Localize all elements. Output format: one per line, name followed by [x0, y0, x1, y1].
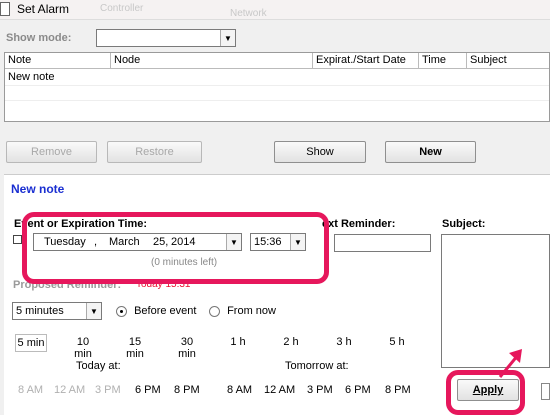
- row-note-cell: New note: [8, 71, 55, 83]
- interval-select[interactable]: 5 minutes ▼: [12, 302, 102, 320]
- radio-before-event[interactable]: Before event: [116, 305, 196, 317]
- today-at-label: Today at:: [76, 360, 121, 372]
- tomorrow-time-8am[interactable]: 8 AM: [227, 384, 252, 396]
- column-header-subject[interactable]: Subject: [467, 53, 550, 69]
- notes-grid[interactable]: Note Node Expirat./Start Date Time Subje…: [4, 52, 550, 122]
- window-title: Set Alarm: [17, 2, 70, 16]
- restore-button[interactable]: Restore: [107, 141, 202, 163]
- duration-3-h[interactable]: 3 h: [328, 336, 360, 348]
- show-button[interactable]: Show: [274, 141, 366, 163]
- interval-value: 5 minutes: [16, 305, 64, 317]
- column-header-note[interactable]: Note: [5, 53, 111, 69]
- column-header-node[interactable]: Node: [111, 53, 313, 69]
- today-time-6pm[interactable]: 6 PM: [135, 384, 161, 396]
- today-time-8am: 8 AM: [18, 384, 44, 396]
- row-divider: [5, 85, 549, 86]
- duration-5-h[interactable]: 5 h: [381, 336, 413, 348]
- show-mode-label: Show mode:: [6, 32, 72, 44]
- partial-button-edge[interactable]: [541, 383, 550, 400]
- radio-selected-icon[interactable]: [116, 305, 127, 317]
- note-heading: New note: [11, 182, 65, 196]
- radio-from-now-label: From now: [227, 305, 276, 317]
- radio-from-now[interactable]: From now: [209, 305, 276, 317]
- title-bar: [0, 0, 550, 20]
- remove-button[interactable]: Remove: [6, 141, 97, 163]
- radio-unselected-icon[interactable]: [209, 305, 220, 317]
- show-mode-select[interactable]: ▼: [96, 29, 236, 47]
- subject-label: Subject:: [442, 218, 486, 230]
- today-time-12am: 12 AM: [54, 384, 86, 396]
- grid-header: Note Node Expirat./Start Date Time Subje…: [5, 53, 549, 69]
- table-row[interactable]: New note: [5, 70, 549, 85]
- tomorrow-time-12am[interactable]: 12 AM: [264, 384, 295, 396]
- today-time-8pm[interactable]: 8 PM: [174, 384, 200, 396]
- chevron-down-icon[interactable]: ▼: [220, 30, 235, 46]
- duration-2-h[interactable]: 2 h: [275, 336, 307, 348]
- row-divider: [5, 100, 549, 101]
- background-ghost-text: Controller: [100, 3, 144, 14]
- column-header-time[interactable]: Time: [419, 53, 467, 69]
- annotation-arrow-icon: [498, 349, 522, 378]
- app-icon: [0, 2, 10, 16]
- duration-30-min[interactable]: 30 min: [171, 336, 203, 360]
- today-time-3pm: 3 PM: [95, 384, 121, 396]
- duration-1-h[interactable]: 1 h: [222, 336, 254, 348]
- column-header-date[interactable]: Expirat./Start Date: [313, 53, 419, 69]
- show-mode-value: [97, 32, 100, 44]
- duration-15-min[interactable]: 15 min: [119, 336, 151, 360]
- next-reminder-label: ext Reminder:: [322, 218, 396, 230]
- tomorrow-time-8pm[interactable]: 8 PM: [385, 384, 411, 396]
- tomorrow-time-3pm[interactable]: 3 PM: [307, 384, 333, 396]
- next-reminder-field[interactable]: [334, 234, 431, 252]
- tomorrow-at-label: Tomorrow at:: [285, 360, 349, 372]
- tomorrow-time-6pm[interactable]: 6 PM: [345, 384, 371, 396]
- event-checkbox[interactable]: [13, 235, 22, 244]
- duration-5-min[interactable]: 5 min: [15, 334, 47, 352]
- background-ghost-text: Network: [230, 8, 267, 19]
- new-button[interactable]: New: [385, 141, 476, 163]
- chevron-down-icon[interactable]: ▼: [86, 303, 101, 319]
- radio-before-label: Before event: [134, 305, 197, 317]
- annotation-highlight: [22, 212, 329, 284]
- duration-10-min[interactable]: 10 min: [67, 336, 99, 360]
